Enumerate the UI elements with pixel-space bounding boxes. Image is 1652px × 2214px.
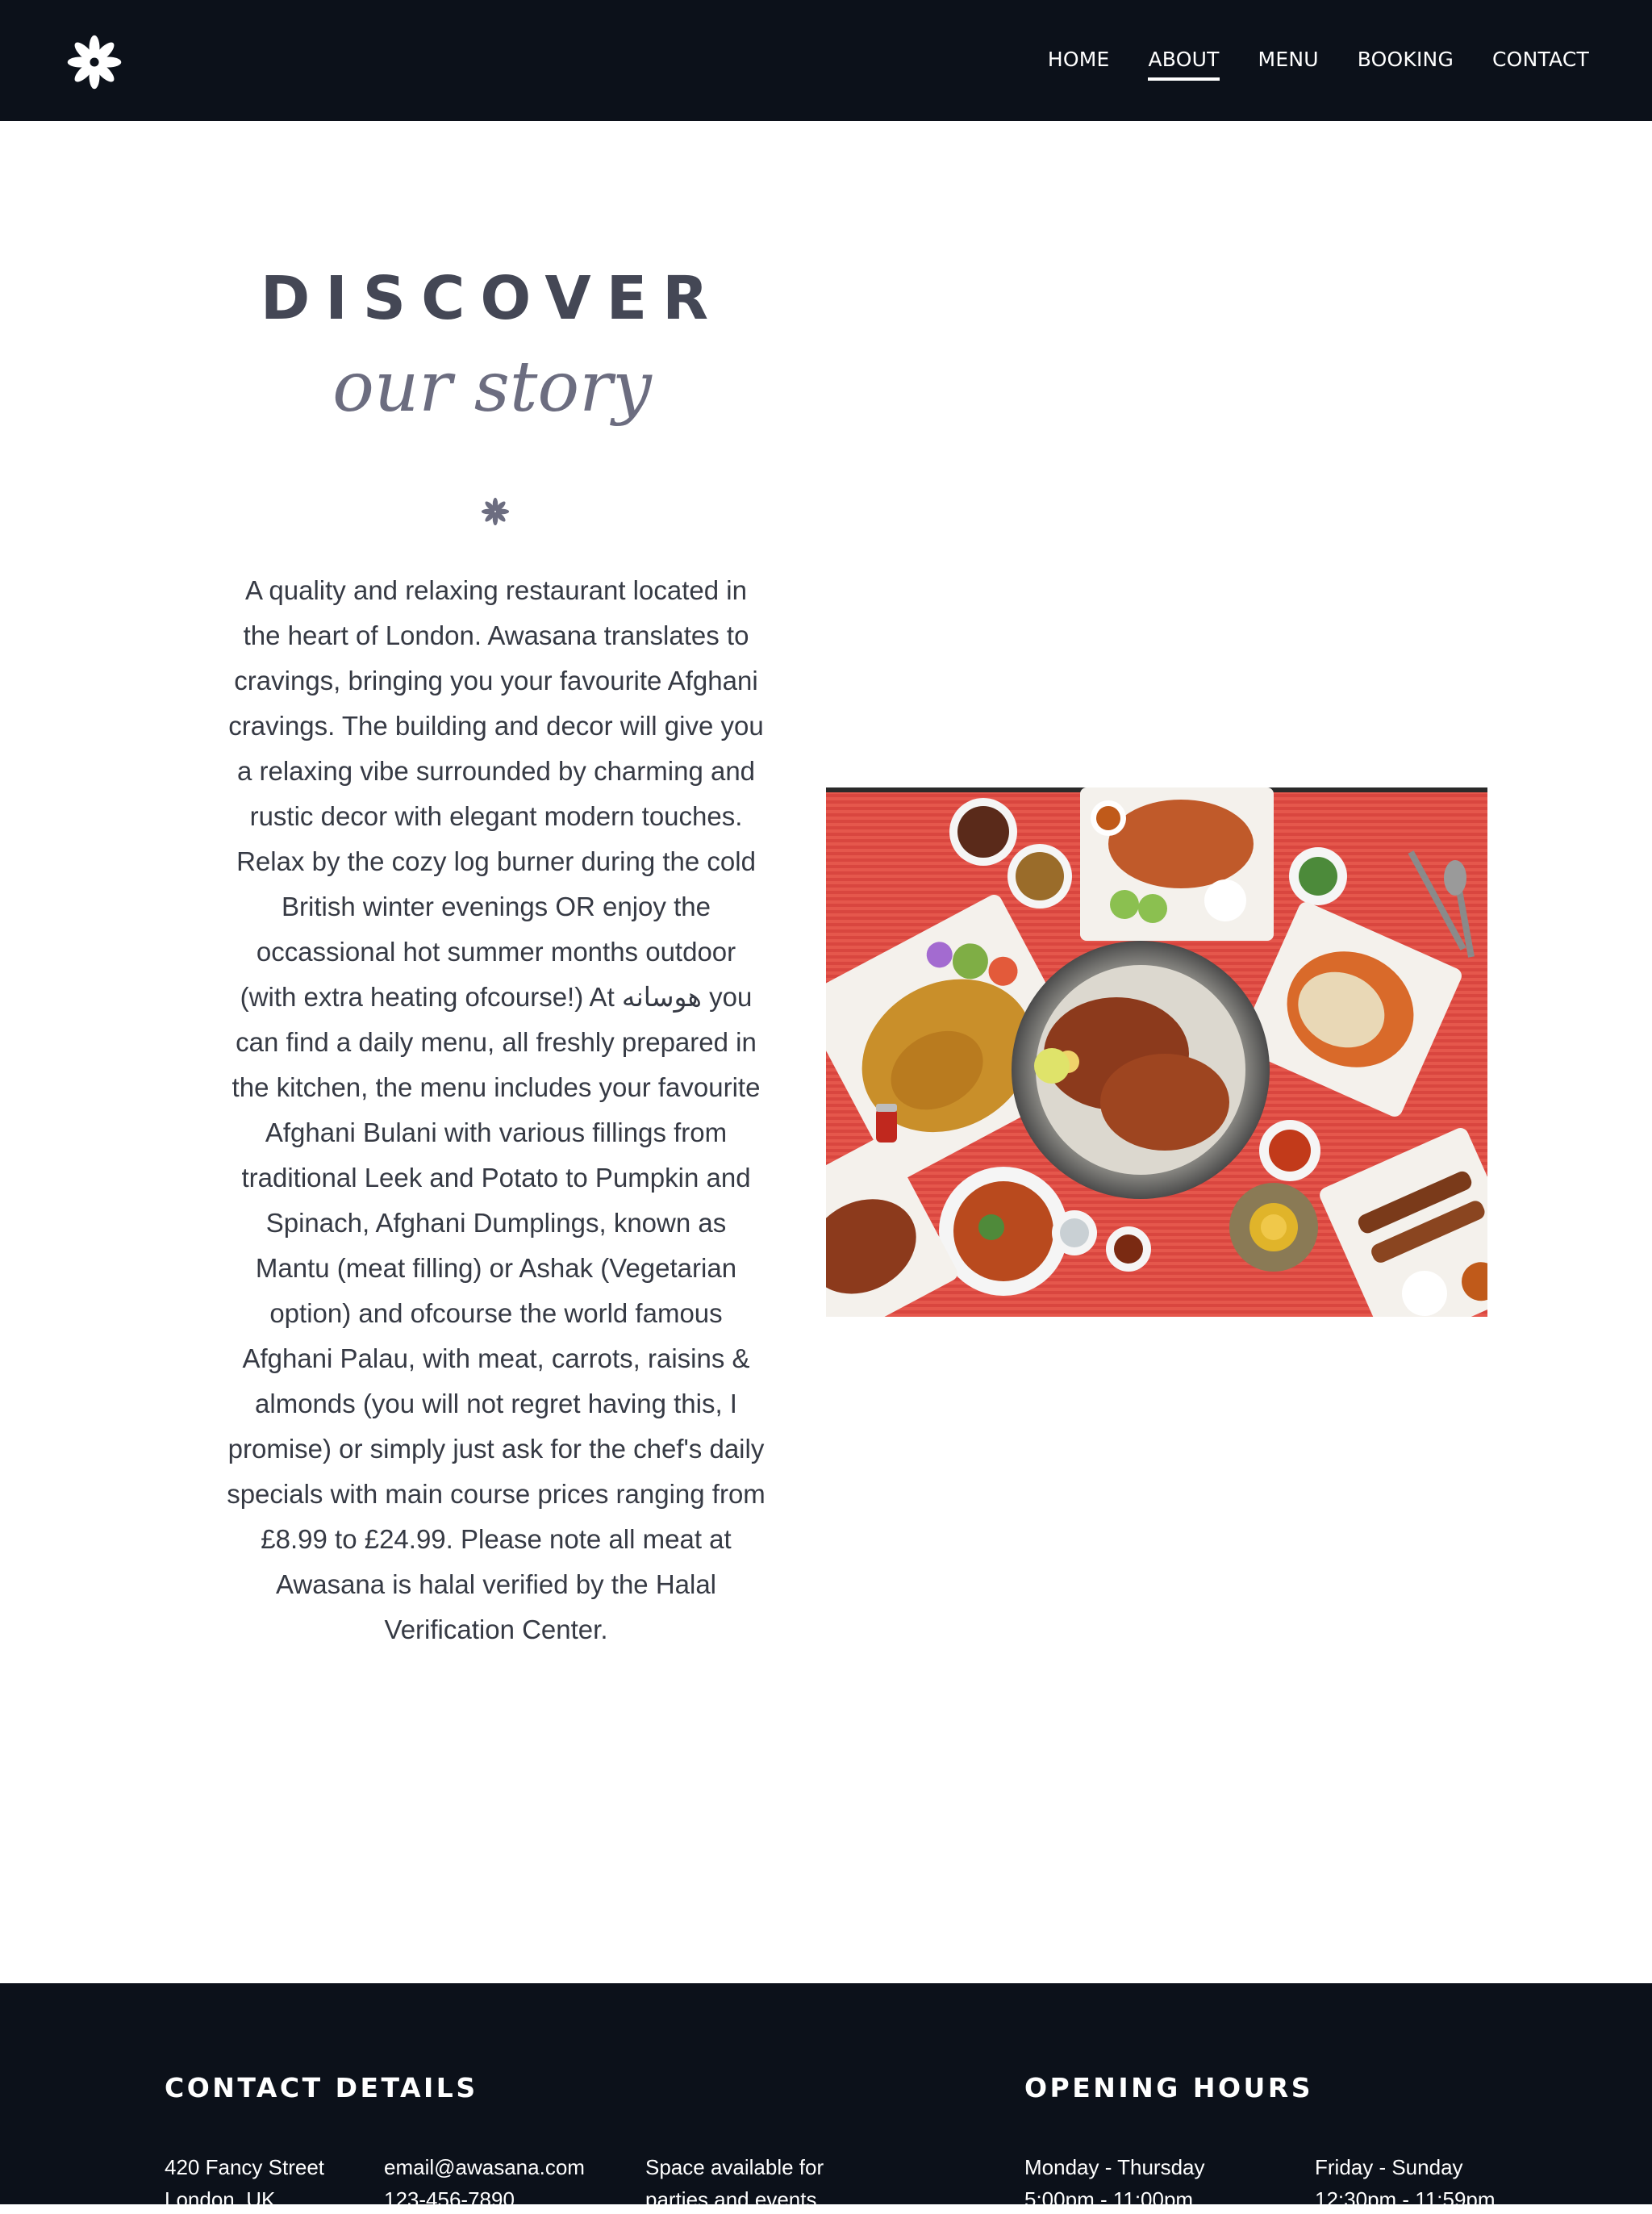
nav-about-link[interactable]: ABOUT bbox=[1148, 47, 1220, 81]
site-footer: CONTACT DETAILS OPENING HOURS 420 Fancy … bbox=[0, 1983, 1652, 2212]
weekday-label: Monday - Thursday bbox=[1024, 2155, 1205, 2179]
story-paragraph: A quality and relaxing restaurant locate… bbox=[227, 575, 766, 1644]
email-link[interactable]: email@awasana.com bbox=[384, 2153, 585, 2182]
top-navbar: HOME ABOUT MENU BOOKING CONTACT bbox=[0, 0, 1652, 121]
asterisk-flower-icon[interactable] bbox=[65, 32, 124, 92]
weekend-hours: 12:30pm - 11:59pm bbox=[1315, 2187, 1496, 2212]
food-spread-image bbox=[826, 787, 1487, 1317]
asterisk-icon bbox=[481, 497, 510, 526]
address-line-1: 420 Fancy Street bbox=[165, 2155, 324, 2179]
nav-booking-link[interactable]: BOOKING bbox=[1358, 47, 1454, 81]
address-line-2: London, UK bbox=[165, 2187, 276, 2212]
events-note-line-1: Space available for bbox=[645, 2155, 824, 2179]
page-subtitle: our story bbox=[332, 347, 652, 428]
events-note-line-2: parties and events bbox=[645, 2187, 817, 2212]
nav-menu-link[interactable]: MENU bbox=[1258, 47, 1319, 81]
nav-contact-link[interactable]: CONTACT bbox=[1492, 47, 1589, 81]
main-nav: HOME ABOUT MENU BOOKING CONTACT bbox=[1048, 47, 1589, 81]
weekend-label: Friday - Sunday bbox=[1315, 2155, 1463, 2179]
phone-link[interactable]: 123-456-7890 bbox=[384, 2185, 515, 2214]
weekday-hours: 5:00pm - 11:00pm bbox=[1024, 2187, 1194, 2212]
contact-details-heading: CONTACT DETAILS bbox=[165, 2072, 478, 2103]
opening-hours-heading: OPENING HOURS bbox=[1024, 2072, 1314, 2103]
nav-home-link[interactable]: HOME bbox=[1048, 47, 1110, 81]
page-title: DISCOVER bbox=[260, 264, 724, 333]
